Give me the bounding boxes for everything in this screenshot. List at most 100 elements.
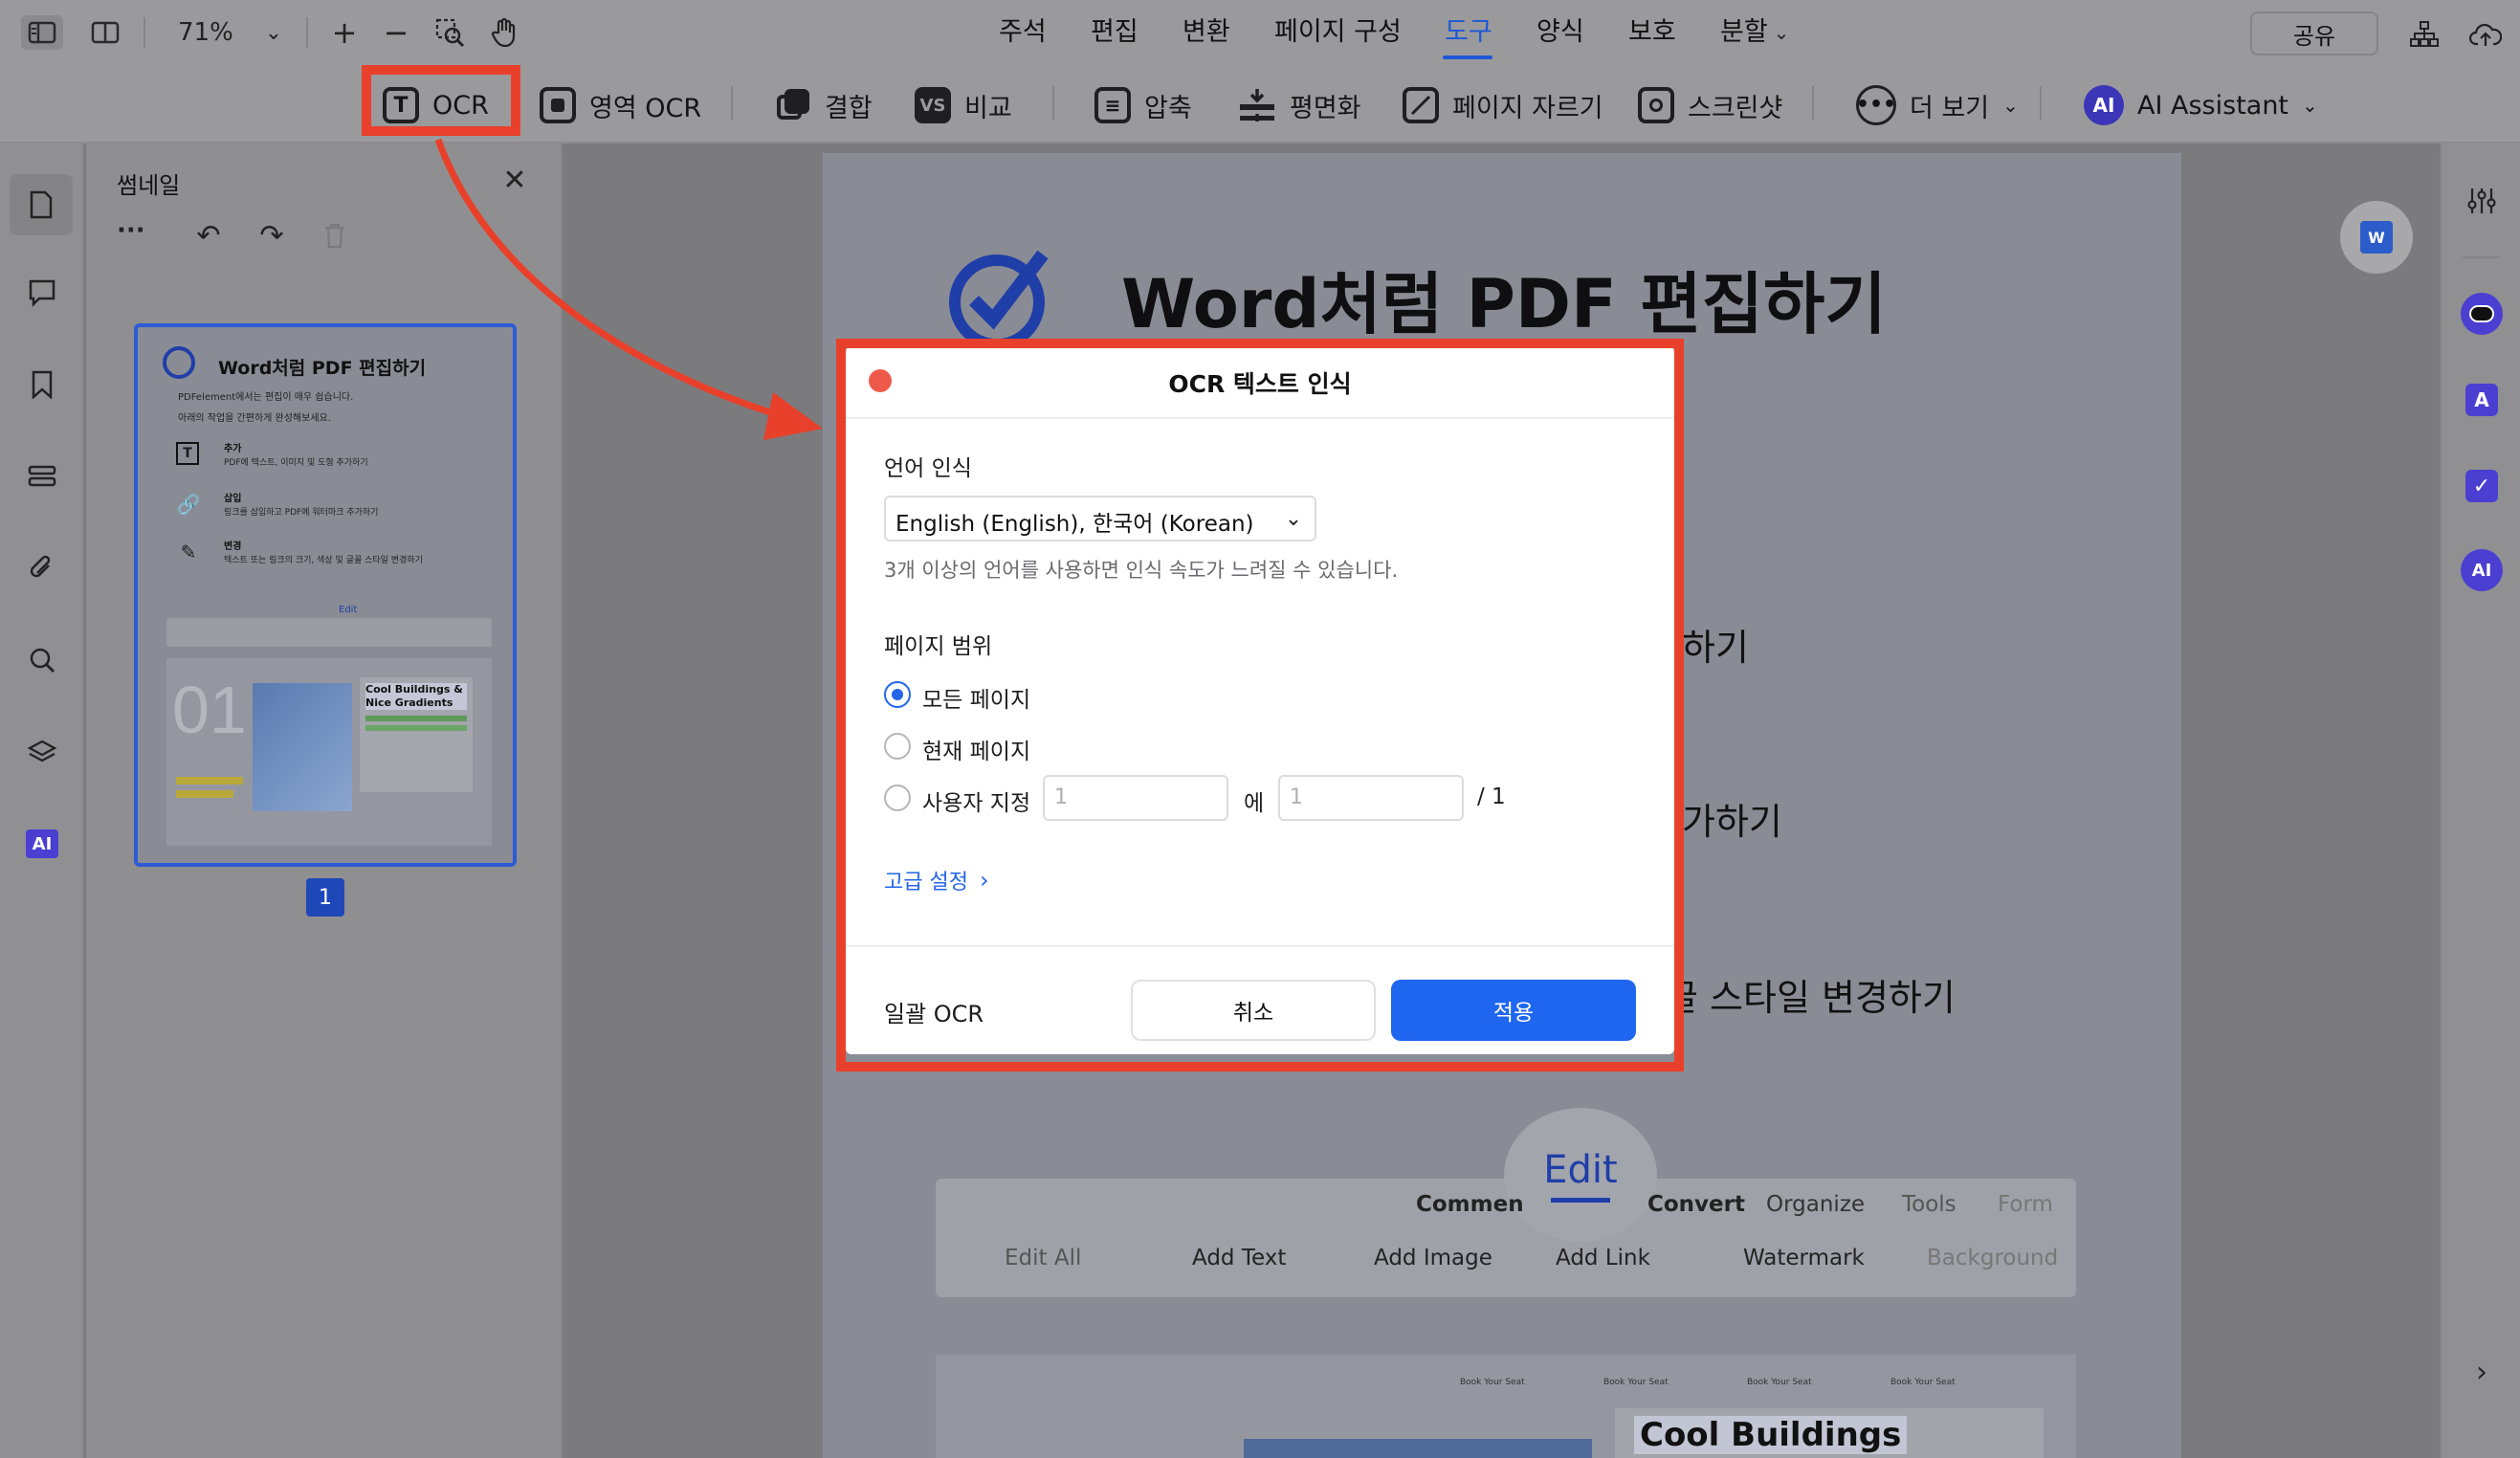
- thumbnail-panel-button[interactable]: [10, 174, 73, 235]
- thumb-edit-icon: ✎: [180, 541, 197, 563]
- compress-button[interactable]: ≡ 압축: [1094, 82, 1192, 128]
- rotate-right-icon[interactable]: ↷: [253, 216, 291, 254]
- flatten-button[interactable]: 평면화: [1238, 82, 1361, 128]
- organization-icon[interactable]: [2405, 15, 2443, 54]
- menu-edit[interactable]: 편집: [1091, 13, 1138, 52]
- doc-tool: Background: [1927, 1246, 2059, 1270]
- layers-list-icon[interactable]: [21, 455, 63, 497]
- compare-button[interactable]: VS 비교: [915, 82, 1012, 128]
- screenshot-button[interactable]: 스크린샷: [1638, 82, 1782, 128]
- menu-protect[interactable]: 보호: [1628, 13, 1676, 52]
- more-dots-icon: •••: [1856, 85, 1896, 125]
- crop-icon: [1403, 87, 1439, 123]
- thumb-line: PDF에 텍스트, 이미지 및 도형 추가하기: [224, 458, 368, 468]
- page-view-icon[interactable]: [84, 15, 126, 50]
- menu-tools[interactable]: 도구: [1445, 13, 1492, 52]
- ai-logo-icon: AI: [2084, 85, 2124, 125]
- camera-icon: [1638, 87, 1674, 123]
- active-menu-underline: [1443, 55, 1492, 59]
- translate-icon[interactable]: A: [2461, 379, 2503, 421]
- document-title: Word처럼 PDF 편집하기: [1121, 265, 1887, 343]
- flatten-label: 평면화: [1290, 93, 1361, 123]
- thumb-title: Word처럼 PDF 편집하기: [218, 358, 427, 379]
- doc-tab: Tools: [1902, 1192, 1956, 1217]
- chevron-down-icon[interactable]: ⌄: [260, 17, 287, 48]
- top-menu-bar: 71% ⌄ + − 주석 편집 변환 페이지 구성 도구 양식 보호 분할 ⌄ …: [0, 0, 2520, 65]
- chevron-down-icon[interactable]: ⌄: [1772, 17, 1791, 48]
- ai-assistant-button[interactable]: AI AI Assistant ⌄: [2084, 82, 2318, 128]
- menu-convert[interactable]: 변환: [1183, 13, 1230, 52]
- ai-badge-icon[interactable]: AI: [2461, 549, 2503, 591]
- layers-icon[interactable]: [21, 731, 63, 773]
- attachment-icon[interactable]: [21, 547, 63, 589]
- left-rail: AI: [0, 144, 84, 1458]
- thumb-check-icon: [163, 346, 195, 379]
- page-number-badge: 1: [306, 878, 344, 917]
- comment-icon[interactable]: [21, 272, 63, 314]
- edit-tab-bubble: Edit: [1504, 1108, 1657, 1242]
- combine-label: 결합: [825, 93, 873, 123]
- thumb-line: 변경: [224, 541, 242, 552]
- doc-tab: Commen: [1416, 1192, 1524, 1217]
- hand-tool-icon[interactable]: [486, 13, 524, 52]
- crop-pages-button[interactable]: 페이지 자르기: [1403, 82, 1603, 128]
- doc-tool: Add Text: [1192, 1246, 1287, 1270]
- small-label: Book Your Seat: [1890, 1378, 1956, 1387]
- zoom-level[interactable]: 71%: [178, 13, 233, 52]
- word-convert-icon[interactable]: W: [2340, 201, 2413, 274]
- compare-icon: VS: [915, 87, 951, 123]
- thumb-card-title: Cool Buildings & Nice Gradients: [365, 683, 467, 710]
- sidebar-toggle-icon[interactable]: [21, 15, 63, 50]
- area-ocr-button[interactable]: 영역 OCR: [540, 82, 701, 128]
- thumb-line: 아래의 작업을 간편하게 완성해보세요.: [178, 413, 331, 424]
- small-label: Book Your Seat: [1747, 1378, 1812, 1387]
- ai-icon[interactable]: AI: [21, 823, 63, 865]
- task-check-icon[interactable]: ✓: [2461, 465, 2503, 507]
- thumb-line: 추가: [224, 444, 242, 454]
- menu-split[interactable]: 분할: [1720, 13, 1768, 52]
- rotate-left-icon[interactable]: ↶: [189, 216, 228, 254]
- document-text: 하기: [1682, 627, 1749, 669]
- combine-icon: [775, 87, 811, 123]
- doc-tab: Form: [1998, 1192, 2053, 1217]
- marquee-zoom-icon[interactable]: [431, 13, 469, 52]
- area-ocr-icon: [540, 87, 576, 123]
- combine-button[interactable]: 결합: [775, 82, 873, 128]
- thumb-line: 텍스트 또는 링크의 크기, 색상 및 글꼴 스타일 변경하기: [224, 556, 423, 565]
- panel-title: 썸네일: [117, 172, 181, 199]
- doc-tool: Watermark: [1743, 1246, 1865, 1270]
- area-ocr-label: 영역 OCR: [589, 93, 702, 123]
- thumb-card: Cool Buildings & Nice Gradients: [360, 677, 473, 792]
- small-label: Book Your Seat: [1460, 1378, 1525, 1387]
- edit-tab: Edit: [1543, 1147, 1618, 1192]
- search-icon[interactable]: [21, 639, 63, 681]
- share-button[interactable]: 공유: [2250, 11, 2378, 55]
- bookmark-icon[interactable]: [21, 364, 63, 406]
- more-options-button[interactable]: ···: [117, 216, 145, 245]
- flatten-icon: [1238, 87, 1276, 123]
- document-text: 가하기: [1682, 801, 1782, 843]
- doc-tool: Edit All: [1005, 1246, 1082, 1270]
- menu-annotate[interactable]: 주석: [999, 13, 1047, 52]
- more-button[interactable]: ••• 더 보기 ⌄: [1856, 82, 2019, 128]
- properties-icon[interactable]: [2461, 180, 2503, 222]
- thumb-big-number: 01: [172, 673, 247, 747]
- doc-tool: Add Image: [1374, 1246, 1492, 1270]
- chevron-down-icon: ⌄: [2302, 94, 2318, 117]
- ai-robot-icon[interactable]: [2461, 293, 2503, 335]
- zoom-in-icon[interactable]: +: [325, 13, 364, 52]
- menu-forms[interactable]: 양식: [1536, 13, 1584, 52]
- ocr-highlight-box: [362, 65, 520, 136]
- cloud-upload-icon[interactable]: [2466, 15, 2505, 54]
- ai-assistant-label: AI Assistant: [2137, 90, 2289, 121]
- check-logo-icon: [947, 245, 1052, 350]
- dialog-highlight-box: [836, 339, 1684, 1071]
- doc-tool: Add Link: [1556, 1246, 1650, 1270]
- collapse-chevron-icon[interactable]: ›: [2463, 1353, 2501, 1391]
- delete-icon[interactable]: [316, 216, 354, 254]
- screenshot-label: 스크린샷: [1688, 93, 1783, 123]
- menu-organize[interactable]: 페이지 구성: [1274, 13, 1402, 52]
- thumb-link-icon: 🔗: [176, 493, 201, 516]
- thumb-text-icon: T: [176, 442, 199, 465]
- zoom-out-icon[interactable]: −: [377, 13, 415, 52]
